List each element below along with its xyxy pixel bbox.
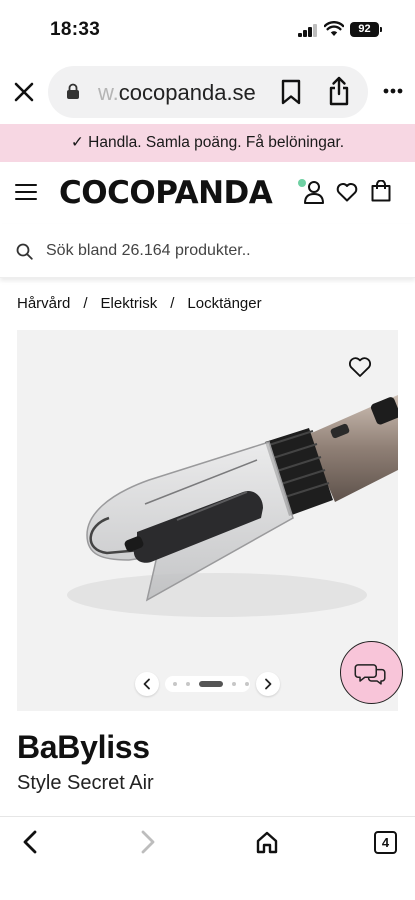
breadcrumb-item-elektrisk[interactable]: Elektrisk [101, 295, 158, 312]
carousel-dot[interactable] [232, 682, 236, 686]
image-carousel [135, 672, 280, 698]
status-bar: 18:33 92 [0, 0, 415, 58]
more-options-icon[interactable] [383, 88, 403, 94]
url-prefix: w. [98, 80, 119, 105]
close-icon[interactable] [12, 80, 36, 104]
status-time: 18:33 [50, 19, 101, 40]
url-text: w.cocopanda.se [98, 80, 256, 106]
product-brand[interactable]: BaByliss [17, 729, 150, 766]
address-bar[interactable]: w.cocopanda.se [48, 66, 368, 118]
chevron-left-icon [143, 678, 150, 690]
search-bar [0, 224, 415, 278]
carousel-next-button[interactable] [256, 672, 280, 696]
bookmark-icon[interactable] [280, 79, 302, 105]
promo-banner[interactable]: ✓ Handla. Samla poäng. Få belöningar. [0, 124, 415, 162]
tabs-button[interactable]: 4 [374, 831, 397, 854]
forward-arrow-icon[interactable] [137, 829, 159, 855]
carousel-prev-button[interactable] [135, 672, 159, 696]
lock-icon [67, 83, 79, 99]
wishlist-icon[interactable] [336, 182, 358, 202]
battery-indicator: 92 [350, 22, 379, 37]
browser-bar: w.cocopanda.se [0, 58, 415, 124]
carousel-dot[interactable] [186, 682, 190, 686]
breadcrumb: Hårvård / Elektrisk / Locktänger [17, 295, 262, 312]
carousel-dot-active[interactable] [199, 681, 223, 687]
chevron-right-icon [265, 678, 272, 690]
share-icon[interactable] [327, 76, 351, 106]
home-icon[interactable] [255, 830, 279, 854]
url-domain: cocopanda.se [118, 80, 256, 105]
shopping-bag-icon[interactable] [371, 180, 391, 202]
browser-toolbar: 4 [0, 816, 415, 900]
hamburger-menu-icon[interactable] [15, 183, 37, 201]
breadcrumb-separator: / [83, 295, 88, 312]
search-icon [16, 243, 33, 260]
product-name: Style Secret Air [17, 772, 154, 794]
chat-bubbles-icon [354, 664, 386, 685]
add-to-wishlist-icon[interactable] [348, 356, 372, 378]
carousel-dots [165, 676, 250, 692]
breadcrumb-item-harvard[interactable]: Hårvård [17, 295, 70, 312]
breadcrumb-item-locktanger[interactable]: Locktänger [187, 295, 261, 312]
battery-tip [380, 27, 382, 32]
carousel-dot[interactable] [173, 682, 177, 686]
breadcrumb-separator: / [170, 295, 175, 312]
site-header: COCOPANDA [0, 162, 415, 224]
site-logo[interactable]: COCOPANDA [59, 175, 273, 211]
wifi-icon [324, 21, 344, 36]
search-input[interactable] [46, 236, 396, 266]
chat-button[interactable] [340, 641, 403, 704]
account-icon[interactable] [303, 180, 325, 204]
back-arrow-icon[interactable] [19, 829, 41, 855]
cellular-signal-icon [298, 24, 318, 37]
carousel-dot[interactable] [245, 682, 249, 686]
